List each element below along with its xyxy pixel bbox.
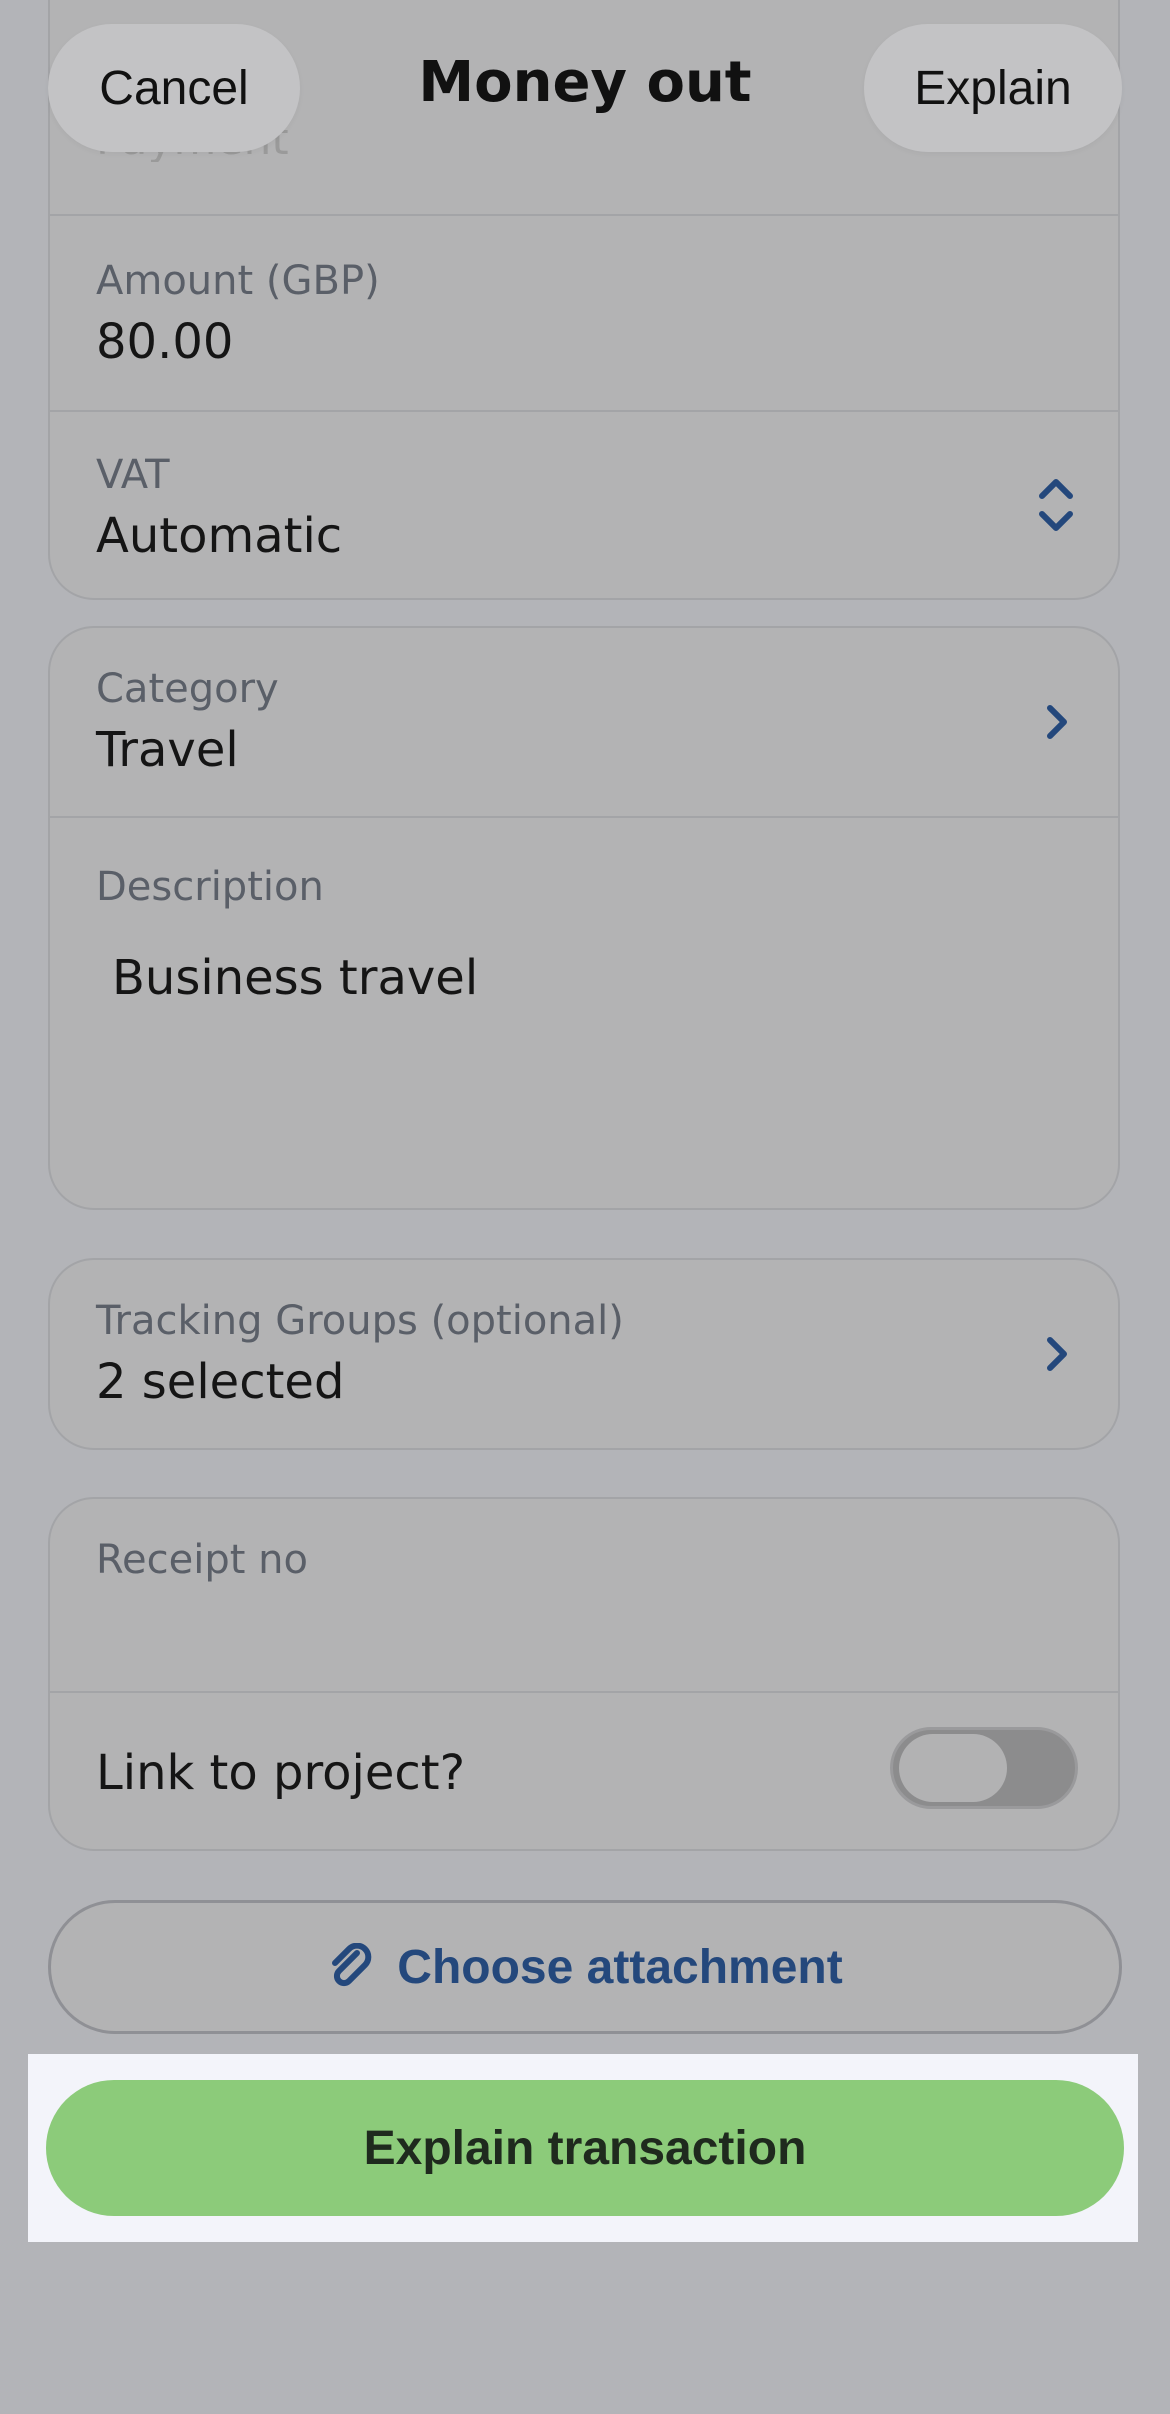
category-description-card: Category Travel Description Business tra… [48,626,1120,1210]
amount-value: 80.00 [96,314,234,370]
paperclip-icon [332,1943,372,1987]
link-project-label: Link to project? [96,1745,466,1801]
tracking-groups-value: 2 selected [96,1354,345,1410]
link-project-row: Link to project? [50,1693,1118,1851]
receipt-no-label: Receipt no [96,1537,308,1583]
tracking-groups-card[interactable]: Tracking Groups (optional) 2 selected [48,1258,1120,1450]
description-field[interactable]: Description Business travel [50,818,1118,1210]
receipt-no-field[interactable]: Receipt no [50,1499,1118,1691]
link-project-toggle[interactable] [890,1727,1078,1809]
amount-label: Amount (GBP) [96,258,380,304]
category-field[interactable]: Category Travel [50,628,1118,816]
receipt-project-card: Receipt no Link to project? [48,1497,1120,1851]
choose-attachment-button[interactable]: Choose attachment [48,1900,1122,2034]
category-value: Travel [96,722,239,778]
amount-field[interactable]: Amount (GBP) 80.00 [50,216,1118,410]
explain-button[interactable]: Explain [864,24,1122,152]
explain-label: Explain [914,61,1072,115]
vat-label: VAT [96,452,170,498]
description-value: Business travel [112,950,479,1006]
vat-value: Automatic [96,508,343,564]
money-out-screen: Amount (GBP) 80.00 VAT Automatic Payment… [0,0,1170,2414]
toggle-knob [899,1734,1007,1802]
category-label: Category [96,666,279,712]
up-down-chevron-icon[interactable] [1036,474,1076,536]
choose-attachment-label: Choose attachment [397,1940,843,1994]
vat-select[interactable]: VAT Automatic [50,412,1118,600]
explain-transaction-button[interactable]: Explain transaction [46,2080,1124,2216]
tracking-groups-label: Tracking Groups (optional) [96,1298,624,1344]
explain-transaction-label: Explain transaction [363,2121,807,2175]
chevron-right-icon [1047,1337,1067,1371]
description-label: Description [96,864,324,910]
chevron-right-icon [1047,705,1067,739]
